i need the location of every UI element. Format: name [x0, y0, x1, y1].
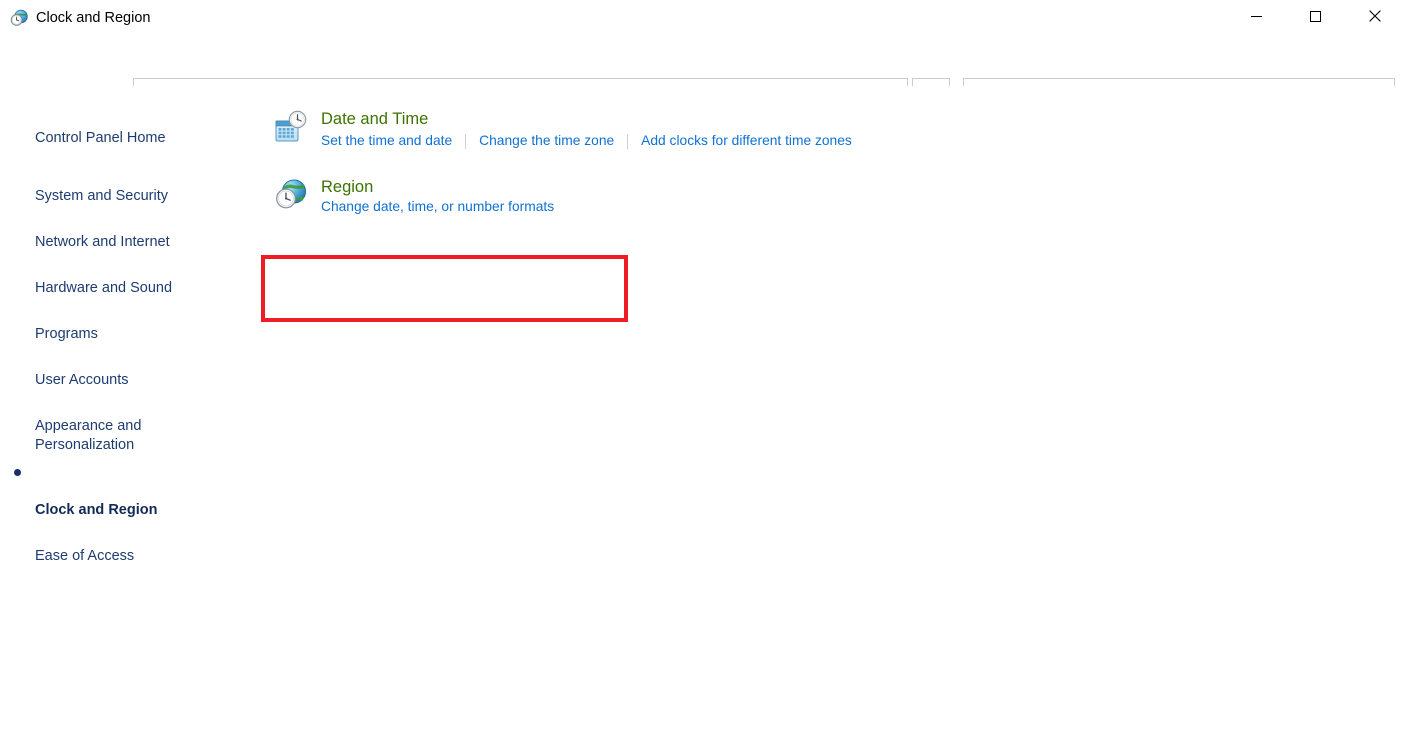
minimize-icon: [1251, 11, 1262, 22]
link-change-date-time-or-number-formats[interactable]: Change date, time, or number formats: [321, 198, 554, 216]
sidebar-item-clock-and-region[interactable]: Clock and Region: [0, 459, 255, 524]
category-body: Date and Time Set the time and date Chan…: [321, 108, 852, 150]
sidebar-item-label: Clock and Region: [35, 502, 157, 518]
sidebar-item-label: Control Panel Home: [35, 130, 166, 146]
title-bar: Clock and Region: [0, 0, 1404, 36]
content-area: Control Panel Home System and Security N…: [0, 86, 1404, 738]
minimize-button[interactable]: [1233, 0, 1279, 32]
close-icon: [1369, 10, 1381, 22]
sidebar-item-ease-of-access[interactable]: Ease of Access: [0, 524, 255, 570]
calendar-clock-icon: [273, 109, 309, 145]
close-button[interactable]: [1352, 0, 1398, 32]
sidebar-item-label: System and Security: [35, 188, 168, 204]
sidebar-item-network-and-internet[interactable]: Network and Internet: [0, 210, 255, 256]
category-links: Set the time and date Change the time zo…: [321, 132, 852, 150]
sidebar-item-label: Ease of Access: [35, 548, 134, 564]
link-separator: [627, 134, 628, 149]
sidebar-item-system-and-security[interactable]: System and Security: [0, 164, 255, 210]
category-title-region[interactable]: Region: [321, 176, 373, 198]
link-add-clocks-for-different-time-zones[interactable]: Add clocks for different time zones: [641, 132, 852, 150]
category-body: Region Change date, time, or number form…: [321, 176, 554, 216]
maximize-icon: [1310, 11, 1321, 22]
sidebar-item-programs[interactable]: Programs: [0, 302, 255, 348]
sidebar-item-label: Hardware and Sound: [35, 280, 172, 296]
navigation-bar: › Control Panel › Clock and Region: [0, 36, 1404, 86]
sidebar-item-control-panel-home[interactable]: Control Panel Home: [0, 106, 255, 152]
sidebar-item-appearance-and-personalization[interactable]: Appearance and Personalization: [0, 394, 255, 459]
category-links: Change date, time, or number formats: [321, 198, 554, 216]
category-title-date-and-time[interactable]: Date and Time: [321, 108, 428, 130]
window-title: Clock and Region: [36, 8, 150, 28]
link-change-the-time-zone[interactable]: Change the time zone: [479, 132, 614, 150]
link-separator: [465, 134, 466, 149]
category-region: Region Change date, time, or number form…: [273, 176, 554, 216]
sidebar-item-label: Network and Internet: [35, 234, 170, 250]
main-panel: Date and Time Set the time and date Chan…: [255, 86, 1404, 150]
sidebar-item-label: Appearance and Personalization: [35, 418, 141, 453]
clock-globe-icon: [9, 8, 29, 28]
sidebar: Control Panel Home System and Security N…: [0, 86, 255, 570]
sidebar-item-label: Programs: [35, 326, 98, 342]
sidebar-item-label: User Accounts: [35, 372, 129, 388]
current-item-bullet-icon: [14, 469, 21, 476]
globe-clock-icon: [273, 177, 309, 213]
link-set-the-time-and-date[interactable]: Set the time and date: [321, 132, 452, 150]
sidebar-item-user-accounts[interactable]: User Accounts: [0, 348, 255, 394]
maximize-button[interactable]: [1292, 0, 1338, 32]
sidebar-item-hardware-and-sound[interactable]: Hardware and Sound: [0, 256, 255, 302]
highlight-box-region: [261, 255, 628, 322]
category-date-and-time: Date and Time Set the time and date Chan…: [255, 86, 1404, 150]
